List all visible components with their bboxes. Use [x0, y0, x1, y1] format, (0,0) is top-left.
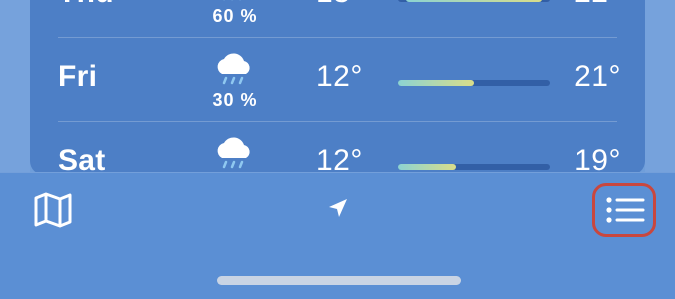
temperature-range-bar [398, 164, 550, 170]
ten-day-forecast-card: Thu 60 % 13° 22° Fri 30 % 12° 21° [30, 0, 645, 175]
rain-cloud-icon [217, 137, 250, 169]
forecast-day: Fri [58, 60, 98, 93]
high-temperature: 19° [574, 144, 621, 175]
location-arrow-icon[interactable] [326, 196, 350, 220]
high-temperature: 22° [574, 0, 621, 10]
temperature-range-fill [398, 80, 474, 86]
list-view-button[interactable] [592, 183, 656, 237]
low-temperature: 13° [316, 0, 363, 10]
list-icon [606, 197, 645, 223]
forecast-row-sat[interactable]: Sat 12° 19° [30, 122, 645, 175]
forecast-row-fri[interactable]: Fri 30 % 12° 21° [30, 38, 645, 122]
forecast-row-thu[interactable]: Thu 60 % 13° 22° [30, 0, 645, 38]
temperature-range-fill [405, 0, 543, 2]
background-left [0, 0, 30, 175]
temperature-range-bar [398, 0, 550, 2]
home-indicator [217, 276, 461, 285]
forecast-day: Sat [58, 144, 106, 175]
temperature-range-bar [398, 80, 550, 86]
background-right [645, 0, 675, 175]
precipitation-chance: 30 % [212, 90, 258, 110]
toolbar-divider [0, 172, 675, 173]
low-temperature: 12° [316, 144, 363, 175]
low-temperature: 12° [316, 60, 363, 93]
temperature-range-fill [398, 164, 456, 170]
high-temperature: 21° [574, 60, 621, 93]
forecast-day: Thu [58, 0, 114, 10]
precipitation-chance: 60 % [212, 6, 258, 26]
rain-cloud-icon [217, 53, 250, 85]
map-icon[interactable] [30, 190, 76, 230]
bottom-toolbar [0, 172, 675, 299]
